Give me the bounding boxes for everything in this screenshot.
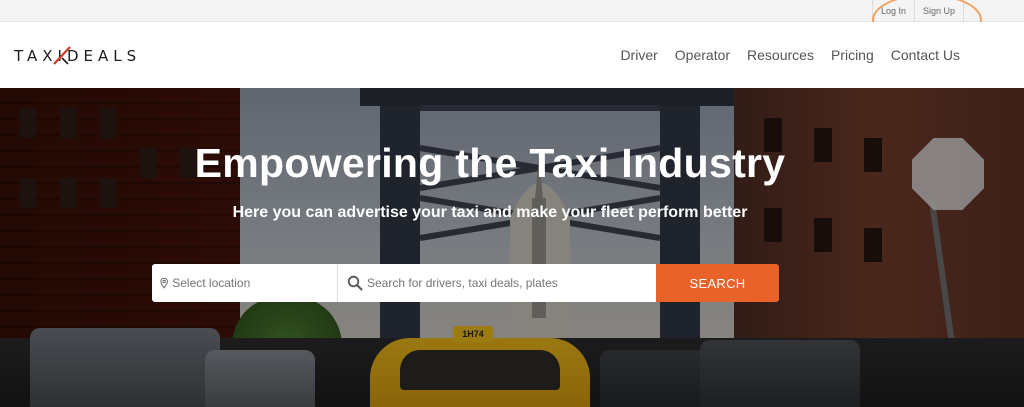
nav-item-driver[interactable]: Driver: [620, 47, 657, 63]
auth-links: Log In Sign Up: [871, 0, 964, 22]
nav-item-pricing[interactable]: Pricing: [831, 47, 874, 63]
signup-link[interactable]: Sign Up: [915, 0, 963, 22]
search-field[interactable]: [338, 264, 656, 302]
logo-swoosh-icon: [53, 46, 71, 65]
magnifier-icon: [347, 275, 363, 291]
nav-item-contact-us[interactable]: Contact Us: [891, 47, 960, 63]
brand-wordmark: TAXIDEALS: [14, 47, 142, 65]
nav-item-resources[interactable]: Resources: [747, 47, 814, 63]
hero-overlay: [0, 88, 1024, 407]
brand-logo[interactable]: TAXIDEALS: [14, 46, 141, 66]
nav-item-operator[interactable]: Operator: [675, 47, 730, 63]
search-bar: SEARCH: [152, 264, 779, 302]
search-button[interactable]: SEARCH: [656, 264, 779, 302]
divider: [963, 0, 964, 22]
hero-title: Empowering the Taxi Industry: [194, 140, 786, 186]
map-pin-icon: [160, 277, 168, 289]
location-select[interactable]: [152, 264, 338, 302]
hero-subtitle: Here you can advertise your taxi and mak…: [232, 204, 748, 221]
site-header: TAXIDEALS Driver Operator Resources Pric…: [0, 22, 1024, 88]
login-link[interactable]: Log In: [873, 0, 914, 22]
search-input[interactable]: [367, 276, 607, 290]
top-utility-bar: Log In Sign Up: [0, 0, 1024, 22]
main-nav: Driver Operator Resources Pricing Contac…: [603, 22, 960, 88]
location-input[interactable]: [172, 276, 337, 290]
hero-banner: 1H74 Empowering the Taxi Industry Here y…: [0, 88, 1024, 407]
